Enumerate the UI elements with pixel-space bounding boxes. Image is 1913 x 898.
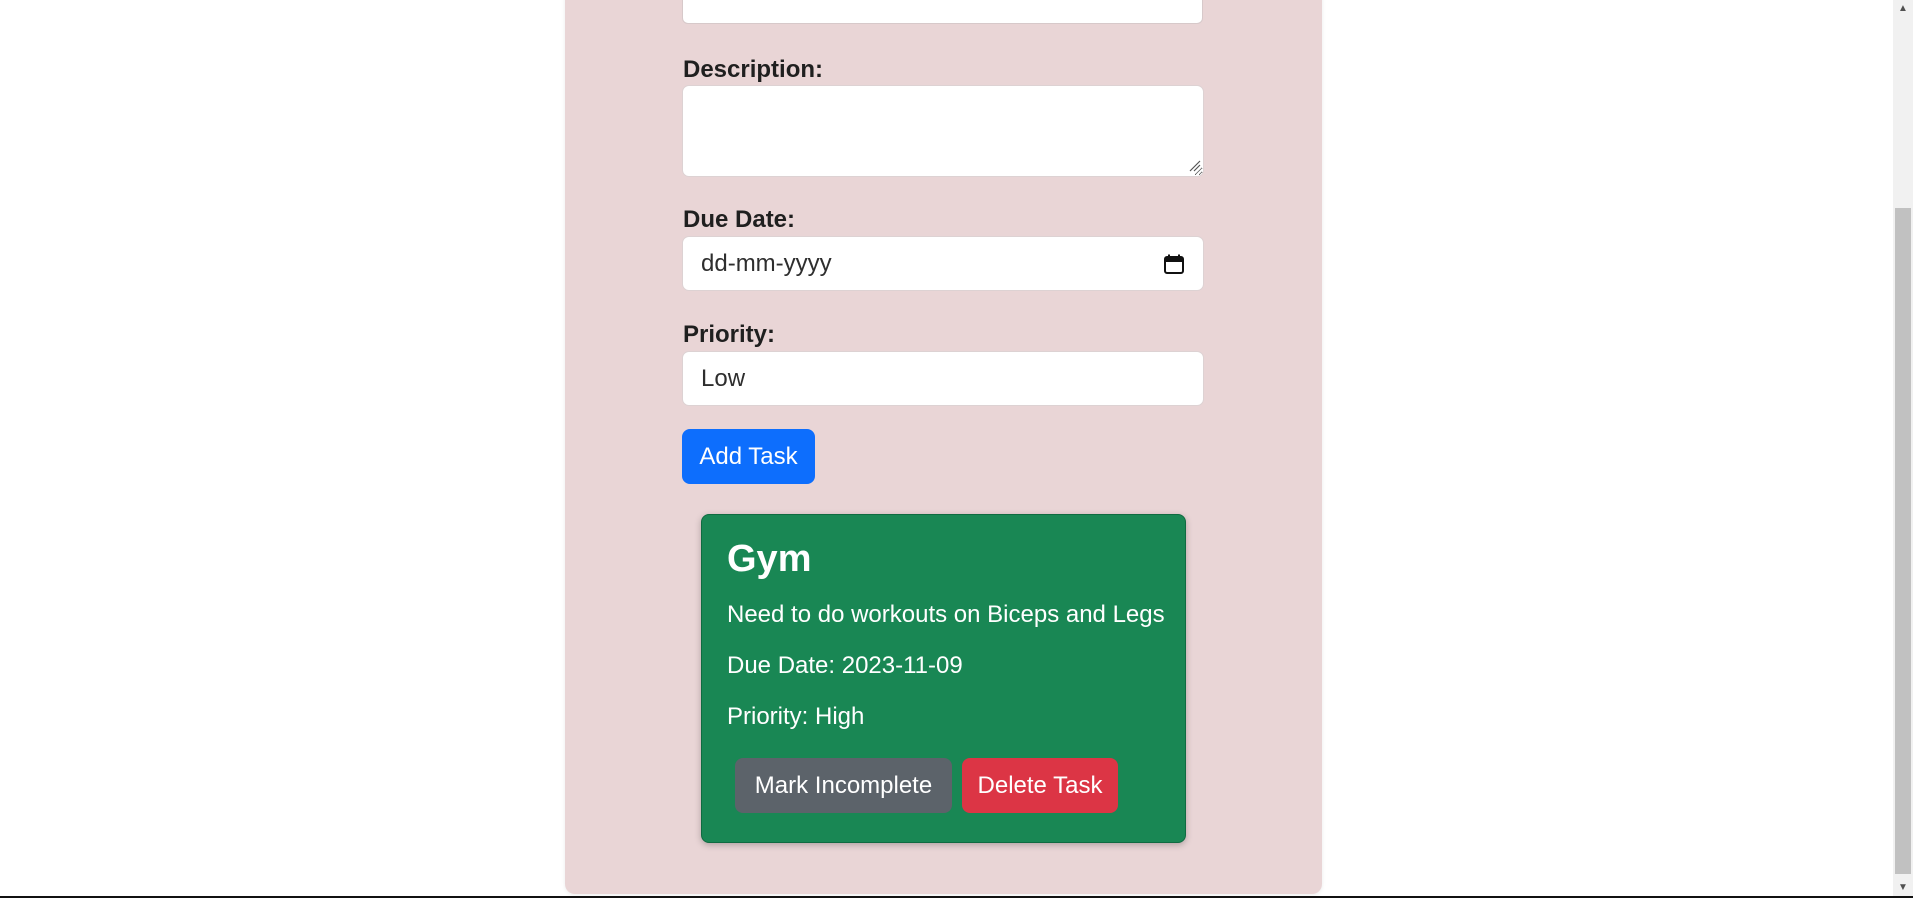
task-priority-value: High xyxy=(815,703,865,730)
priority-label: Priority: xyxy=(683,321,776,348)
task-priority-prefix: Priority: xyxy=(727,703,816,730)
task-due-date-value: 2023-11-09 xyxy=(841,652,963,679)
description-label: Description: xyxy=(683,56,824,83)
task-due-date-prefix: Due Date: xyxy=(727,652,842,679)
description-textarea[interactable] xyxy=(682,85,1204,177)
task-card: Gym Need to do workouts on Biceps and Le… xyxy=(701,514,1186,843)
delete-task-button[interactable]: Delete Task xyxy=(962,758,1118,813)
task-due-date-line: Due Date: 2023-11-09 xyxy=(727,654,963,678)
priority-selected-value: Low xyxy=(701,364,746,392)
task-description: Need to do workouts on Biceps and Legs xyxy=(727,601,1165,628)
calendar-icon[interactable] xyxy=(1163,253,1185,275)
scroll-up-icon[interactable]: ▲ xyxy=(1893,0,1913,17)
priority-select[interactable]: Low xyxy=(682,351,1204,406)
task-title: Gym xyxy=(727,538,812,580)
due-date-input[interactable]: dd-mm-yyyy xyxy=(682,236,1204,291)
mark-incomplete-button[interactable]: Mark Incomplete xyxy=(735,758,952,813)
app-viewport: Description: Due Date: dd-mm-yyyy Priori… xyxy=(0,0,1913,898)
task-priority-line: Priority: High xyxy=(727,705,864,729)
vertical-scrollbar[interactable]: ▲ ▼ xyxy=(1893,0,1913,896)
title-input-partial[interactable] xyxy=(682,0,1203,24)
due-date-label: Due Date: xyxy=(683,206,796,233)
scroll-down-icon[interactable]: ▼ xyxy=(1893,879,1913,896)
due-date-placeholder: dd-mm-yyyy xyxy=(701,249,832,277)
task-actions: Mark Incomplete Delete Task xyxy=(735,758,1118,813)
add-task-button[interactable]: Add Task xyxy=(682,429,815,484)
scroll-thumb[interactable] xyxy=(1895,208,1911,874)
